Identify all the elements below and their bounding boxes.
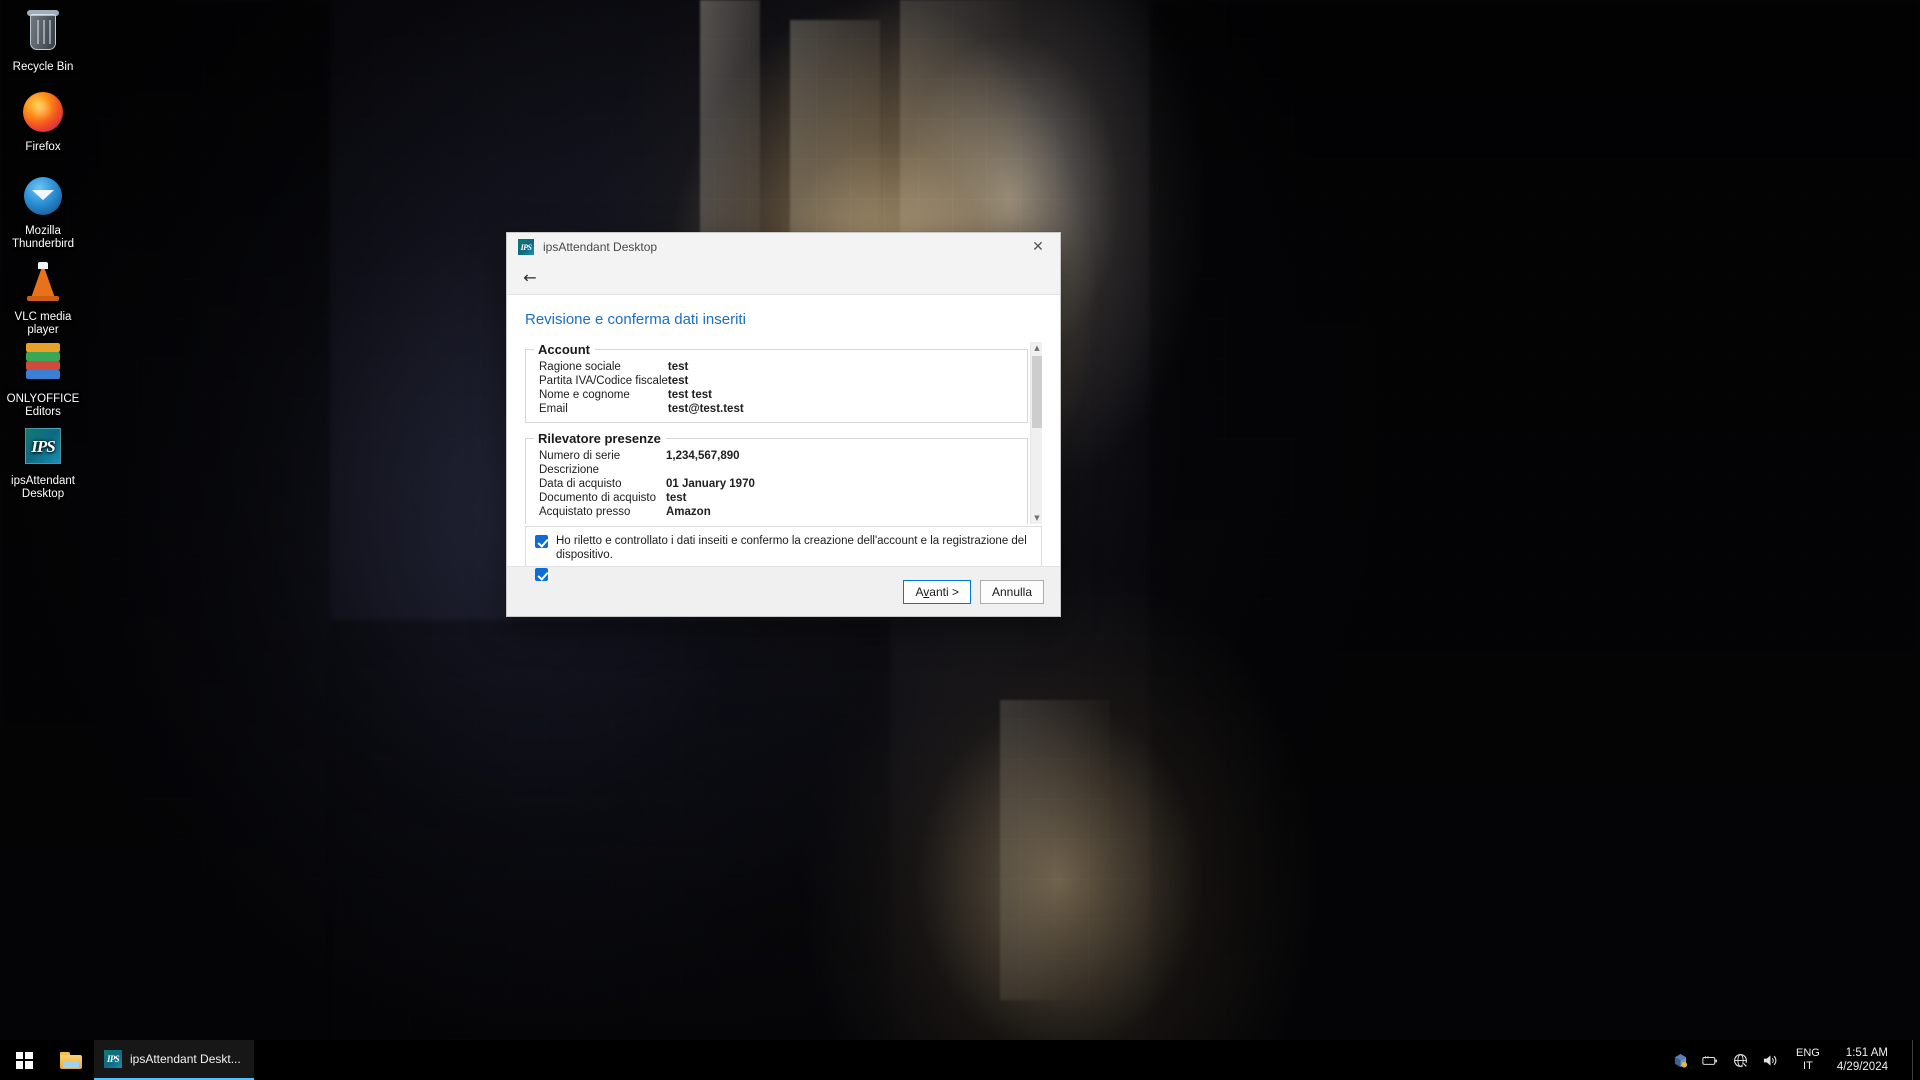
desktop-screen: Recycle Bin Firefox Mozilla Thunderbird … bbox=[0, 0, 1920, 1080]
field-value: 01 January 1970 bbox=[666, 478, 755, 490]
table-row: Partita IVA/Codice fiscale test bbox=[534, 374, 1019, 388]
account-group: Account Ragione sociale test Partita IVA… bbox=[525, 342, 1028, 423]
field-value: test@test.test bbox=[667, 403, 744, 415]
show-desktop-button[interactable] bbox=[1912, 1040, 1920, 1080]
field-label: Partita IVA/Codice fiscale bbox=[539, 375, 668, 387]
vm-tools-icon[interactable] bbox=[1672, 1052, 1689, 1069]
desktop-icon-label: ipsAttendant Desktop bbox=[11, 475, 75, 500]
clock-time: 1:51 AM bbox=[1845, 1047, 1888, 1059]
review-content: Account Ragione sociale test Partita IVA… bbox=[525, 342, 1030, 524]
desktop-icon-label: Mozilla Thunderbird bbox=[11, 225, 74, 250]
app-icon: IPS bbox=[518, 239, 534, 255]
start-button[interactable] bbox=[0, 1040, 48, 1080]
table-row: Data di acquisto 01 January 1970 bbox=[534, 477, 1019, 491]
table-row: Email test@test.test bbox=[534, 402, 1019, 416]
vertical-scrollbar[interactable]: ▲ ▼ bbox=[1030, 342, 1042, 524]
ipsattendant-icon: IPS bbox=[19, 422, 67, 470]
table-row: Acquistato presso Amazon bbox=[534, 505, 1019, 519]
desktop-icon-label: Recycle Bin bbox=[12, 61, 74, 73]
field-label: Acquistato presso bbox=[539, 506, 631, 518]
table-row: Documento di acquisto test bbox=[534, 491, 1019, 505]
field-label: Nome e cognome bbox=[539, 389, 630, 401]
windows-logo-icon bbox=[15, 1051, 33, 1069]
next-button[interactable]: Avanti > bbox=[903, 579, 971, 604]
confirm-data-checkbox[interactable] bbox=[535, 535, 548, 548]
close-icon[interactable]: ✕ bbox=[1016, 233, 1060, 261]
confirm-data-label: Ho riletto e controllato i dati inseiti … bbox=[556, 535, 1027, 561]
taskbar-file-explorer[interactable] bbox=[48, 1040, 94, 1080]
clock[interactable]: 1:51 AM 4/29/2024 bbox=[1837, 1046, 1902, 1074]
desktop-icon-label: Firefox bbox=[25, 141, 61, 153]
account-table: Ragione sociale test Partita IVA/Codice … bbox=[534, 360, 1019, 416]
ipsattendant-dialog: IPS ipsAttendant Desktop ✕ ← Revisione e… bbox=[506, 232, 1061, 617]
dialog-body: Revisione e conferma dati inseriti Accou… bbox=[507, 295, 1060, 604]
desktop-icon-ipsattendant[interactable]: IPS ipsAttendant Desktop bbox=[0, 422, 86, 501]
desktop-icon-vlc[interactable]: VLC media player bbox=[0, 258, 86, 337]
cancel-button[interactable]: Annulla bbox=[979, 579, 1044, 604]
field-value: test bbox=[666, 492, 687, 504]
system-tray: ENG IT 1:51 AM 4/29/2024 bbox=[1672, 1046, 1912, 1074]
table-row: Nome e cognome test test bbox=[534, 388, 1019, 402]
field-label: Email bbox=[539, 403, 568, 415]
ipsattendant-icon: IPS bbox=[104, 1050, 122, 1068]
taskbar: IPS ipsAttendant Deskt... ENG IT 1:51 AM… bbox=[0, 1040, 1920, 1080]
device-table: Numero di serie 1,234,567,890 Descrizion… bbox=[534, 449, 1019, 519]
field-value: test bbox=[667, 375, 689, 387]
consent-row-confirm[interactable]: Ho riletto e controllato i dati inseiti … bbox=[535, 534, 1032, 562]
device-group: Rilevatore presenze Numero di serie 1,23… bbox=[525, 431, 1028, 524]
field-value bbox=[666, 463, 1019, 477]
field-label: Numero di serie bbox=[539, 450, 621, 462]
privacy-consent-checkbox[interactable] bbox=[535, 568, 548, 581]
scroll-down-icon[interactable]: ▼ bbox=[1031, 512, 1043, 524]
table-row: Numero di serie 1,234,567,890 bbox=[534, 449, 1019, 463]
page-title: Revisione e conferma dati inseriti bbox=[525, 311, 746, 328]
field-label: Documento di acquisto bbox=[539, 492, 656, 504]
dialog-navbar: ← bbox=[507, 261, 1060, 295]
device-group-legend: Rilevatore presenze bbox=[538, 431, 661, 446]
field-label: Descrizione bbox=[539, 464, 600, 476]
language-indicator[interactable]: ENG IT bbox=[1792, 1047, 1824, 1073]
dialog-footer: Avanti > Annulla bbox=[507, 566, 1060, 616]
desktop-icon-thunderbird[interactable]: Mozilla Thunderbird bbox=[0, 172, 86, 251]
field-value: test bbox=[667, 361, 689, 373]
taskbar-item-ipsattendant[interactable]: IPS ipsAttendant Deskt... bbox=[94, 1040, 254, 1080]
language-line-1: ENG bbox=[1795, 1047, 1820, 1059]
field-label: Ragione sociale bbox=[539, 361, 621, 373]
table-row: Descrizione bbox=[534, 463, 1019, 477]
desktop-icon-onlyoffice[interactable]: ONLYOFFICE Editors bbox=[0, 340, 86, 419]
dialog-title: ipsAttendant Desktop bbox=[543, 240, 658, 254]
field-label: Data di acquisto bbox=[539, 478, 622, 490]
desktop-icon-firefox[interactable]: Firefox bbox=[0, 88, 86, 154]
battery-icon[interactable] bbox=[1702, 1052, 1719, 1069]
vlc-cone-icon bbox=[19, 258, 67, 306]
thunderbird-icon bbox=[19, 172, 67, 220]
back-arrow-icon[interactable]: ← bbox=[519, 267, 541, 289]
clock-date: 4/29/2024 bbox=[1836, 1061, 1888, 1073]
desktop-icon-recycle-bin[interactable]: Recycle Bin bbox=[0, 8, 86, 74]
scrollbar-thumb[interactable] bbox=[1032, 356, 1042, 428]
field-value: Amazon bbox=[666, 506, 711, 518]
review-scroll-area: Account Ragione sociale test Partita IVA… bbox=[525, 342, 1042, 524]
onlyoffice-icon bbox=[19, 340, 67, 388]
account-group-legend: Account bbox=[538, 342, 590, 357]
language-line-2: IT bbox=[1803, 1060, 1813, 1072]
firefox-icon bbox=[19, 88, 67, 136]
taskbar-item-label: ipsAttendant Deskt... bbox=[130, 1052, 241, 1066]
recycle-bin-icon bbox=[19, 8, 67, 56]
dialog-titlebar[interactable]: IPS ipsAttendant Desktop ✕ bbox=[507, 233, 1060, 261]
field-value: 1,234,567,890 bbox=[666, 450, 740, 462]
field-value: test test bbox=[667, 389, 713, 401]
scroll-up-icon[interactable]: ▲ bbox=[1031, 342, 1043, 354]
desktop-icon-label: VLC media player bbox=[14, 311, 72, 336]
table-row: Ragione sociale test bbox=[534, 360, 1019, 374]
volume-icon[interactable] bbox=[1762, 1052, 1779, 1069]
desktop-icon-label: ONLYOFFICE Editors bbox=[6, 393, 80, 418]
network-icon[interactable] bbox=[1732, 1052, 1749, 1069]
folder-icon bbox=[60, 1051, 82, 1069]
